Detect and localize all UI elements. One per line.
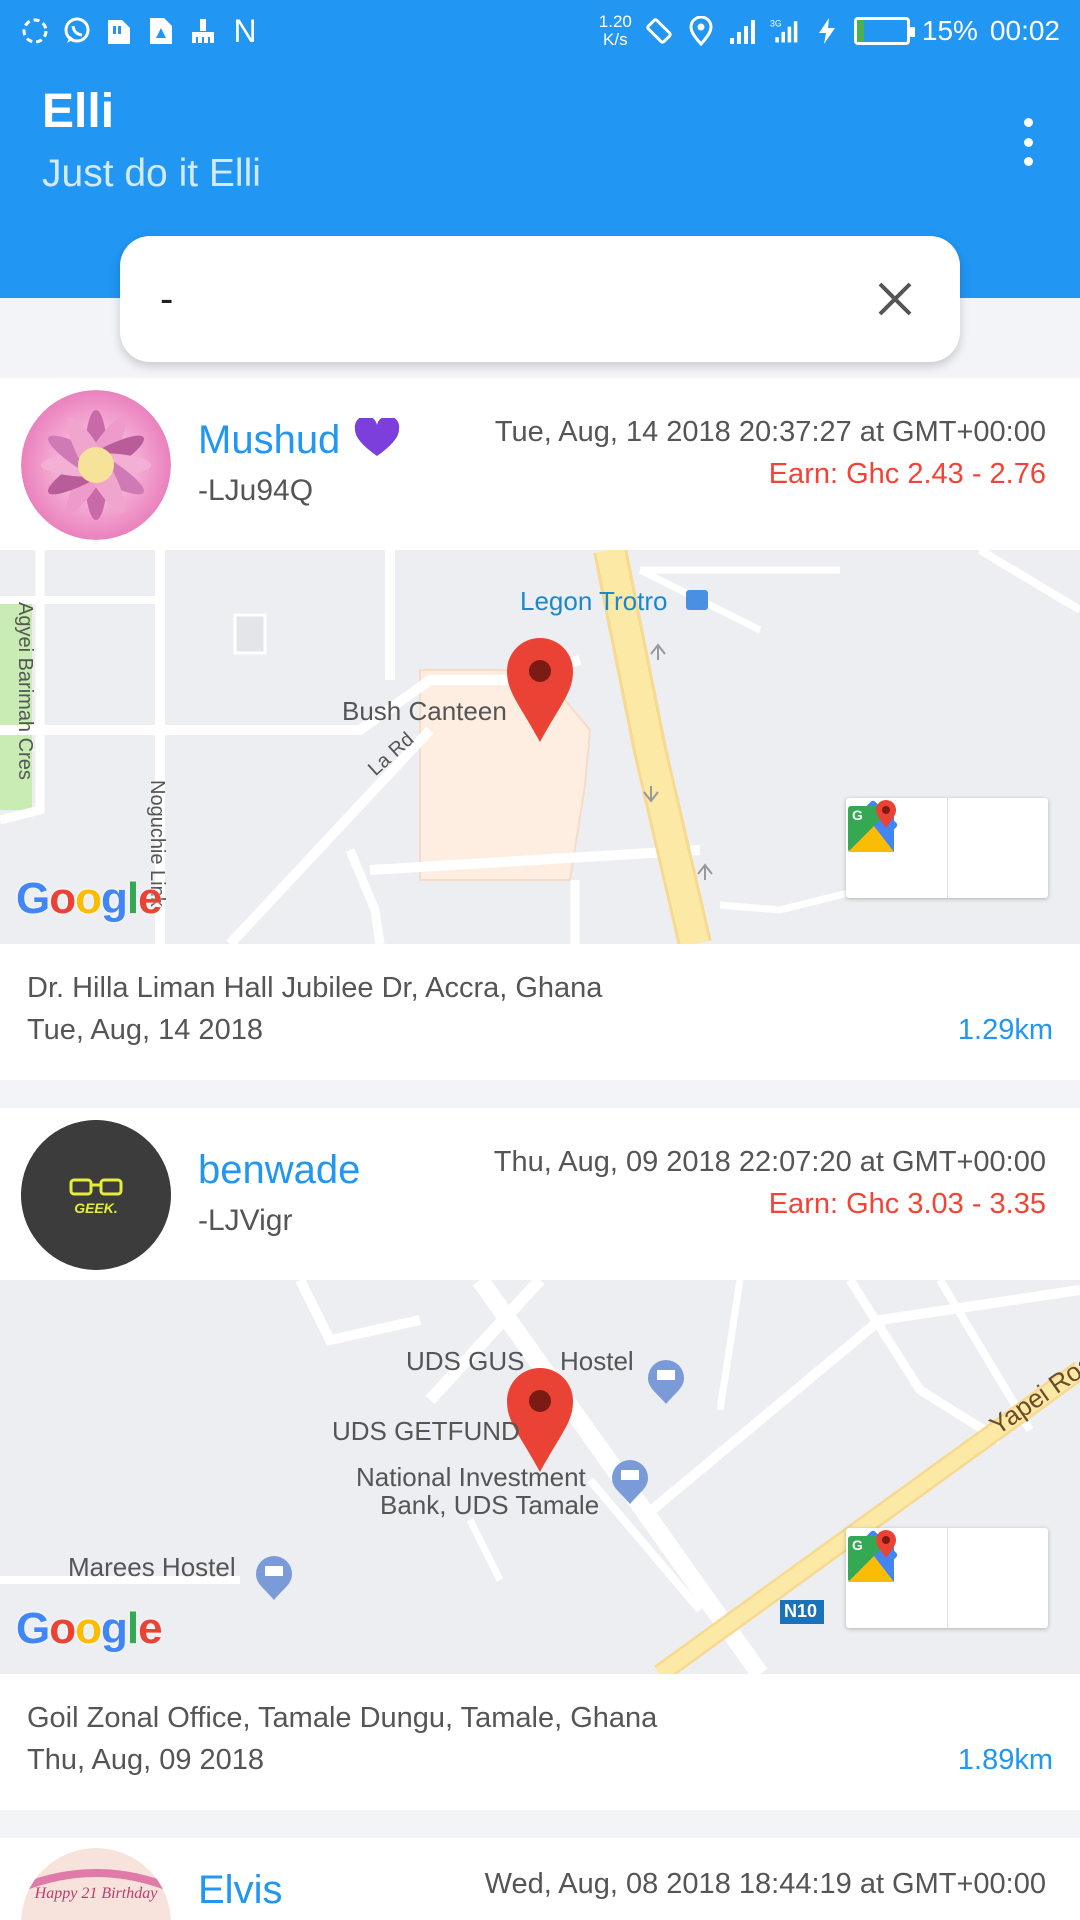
battery-percent: 15% [921,15,978,46]
map-toolbar: G [846,1528,1048,1628]
user-name[interactable]: Mushud [198,418,340,463]
avatar[interactable] [21,390,171,540]
location-icon [686,16,716,46]
map-label: Marees Hostel [68,1552,236,1582]
map-toolbar: G [846,798,1048,898]
distance: 1.89km [957,1744,1053,1776]
more-vert-icon[interactable] [1008,112,1048,172]
list-item[interactable]: Happy 21 Birthday Elvis Wed, Aug, 08 201… [0,1838,1080,1920]
rotate-icon [644,16,674,46]
timestamp: Thu, Aug, 09 2018 22:07:20 at GMT+00:00 [493,1146,1046,1178]
map-label: Hostel [560,1346,634,1376]
user-name[interactable]: Elvis [198,1868,282,1913]
clock: 00:02 [989,15,1060,46]
date: Thu, Aug, 09 2018 [27,1744,265,1776]
status-bar: N 1.20 K/s 3G 15% 00:02 [0,0,1080,62]
list-item[interactable]: GEEK. benwade -LJVigr Thu, Aug, 09 2018 … [0,1108,1080,1810]
whatsapp-icon [62,16,92,46]
address: Dr. Hilla Liman Hall Jubilee Dr, Accra, … [27,972,603,1004]
app-subtitle: Just do it Elli [42,152,261,195]
map-view[interactable]: UDS GUS Hostel UDS GETFUND National Inve… [0,1280,1080,1674]
google-maps-icon[interactable]: G [848,798,1048,898]
map-view[interactable]: Legon Trotro Bush Canteen La Rd Agyei Ba… [0,550,1080,944]
timestamp: Wed, Aug, 08 2018 18:44:19 at GMT+00:00 [484,1868,1046,1900]
svg-text:G: G [852,1537,863,1553]
heart-icon [354,415,400,463]
address: Goil Zonal Office, Tamale Dungu, Tamale,… [27,1702,658,1734]
name-row: Mushud [198,415,400,463]
map-label: National Investment [356,1462,586,1492]
search-input[interactable] [160,276,870,322]
signal-icon [728,16,758,46]
route-shield: N10 [784,1601,818,1621]
svg-text:3G: 3G [770,19,782,29]
list-item[interactable]: Mushud -LJu94Q Tue, Aug, 14 2018 20:37:2… [0,378,1080,1080]
3g-signal-icon: 3G [770,16,800,46]
nfc-icon: N [233,12,257,49]
name-row: benwade [198,1148,360,1193]
date: Tue, Aug, 14 2018 [27,1014,263,1046]
svg-text:G: G [852,807,863,823]
distance: 1.29km [957,1014,1053,1046]
battery-level [856,20,865,42]
card-footer: Dr. Hilla Liman Hall Jubilee Dr, Accra, … [0,944,1080,1080]
user-id: -LJVigr [198,1204,293,1237]
card-header: Happy 21 Birthday Elvis Wed, Aug, 08 201… [0,1838,1080,1920]
map-label: UDS GUS [406,1346,525,1376]
google-maps-icon[interactable]: G [848,1528,1048,1628]
avatar[interactable]: Happy 21 Birthday [21,1848,171,1920]
earn-range: Earn: Ghc 2.43 - 2.76 [768,458,1046,490]
card-header: GEEK. benwade -LJVigr Thu, Aug, 09 2018 … [0,1108,1080,1280]
network-speed: 1.20 K/s [599,13,632,49]
user-id: -LJu94Q [198,474,314,507]
sim-icon [104,16,134,46]
map-label: Agyei Barimah Cres [14,602,36,780]
avatar[interactable]: GEEK. [21,1120,171,1270]
avatar-text: GEEK. [74,1200,118,1216]
earn-range: Earn: Ghc 3.03 - 3.35 [768,1188,1046,1220]
network-speed-value: 1.20 [598,12,632,31]
app-title: Elli [42,85,115,138]
avatar-text: Happy 21 Birthday [34,1885,159,1902]
map-label: Bush Canteen [342,696,507,726]
map-label: Bank, UDS Tamale [380,1490,600,1520]
google-logo: Google [16,1604,163,1653]
google-logo: Google [16,874,163,923]
sync-icon [20,16,50,46]
search-bar [120,236,960,362]
cleaner-icon [188,16,218,46]
status-bar-right: 1.20 K/s 3G 15% 00:02 [599,13,1060,49]
file-icon [146,16,176,46]
charging-icon [812,16,842,46]
battery-icon [853,17,915,45]
close-icon[interactable] [870,274,920,324]
user-name[interactable]: benwade [198,1148,360,1193]
name-row: Elvis [198,1868,282,1913]
timestamp: Tue, Aug, 14 2018 20:37:27 at GMT+00:00 [494,416,1046,448]
network-speed-unit: K/s [603,30,628,49]
status-bar-left: N [20,12,260,49]
card-footer: Goil Zonal Office, Tamale Dungu, Tamale,… [0,1674,1080,1810]
map-label: UDS GETFUND [332,1416,520,1446]
card-header: Mushud -LJu94Q Tue, Aug, 14 2018 20:37:2… [0,378,1080,550]
map-label: Legon Trotro [520,586,668,616]
